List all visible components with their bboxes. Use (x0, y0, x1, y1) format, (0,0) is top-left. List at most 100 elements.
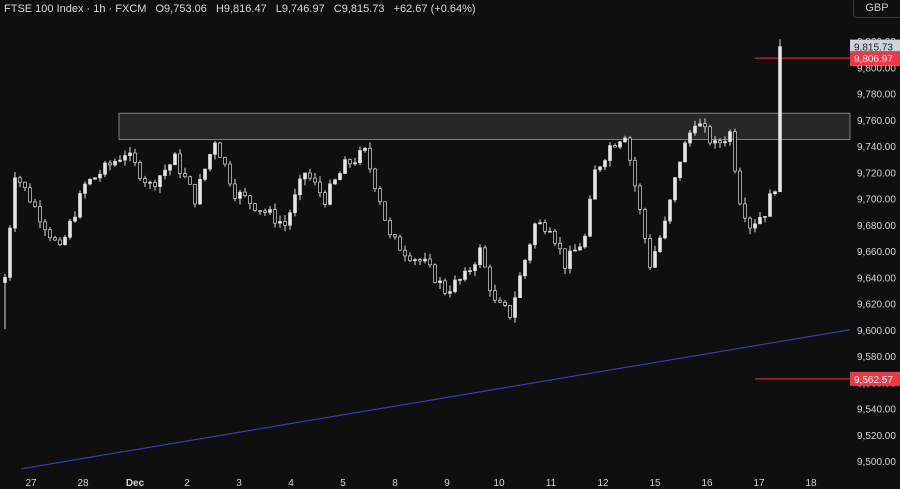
candle-body (288, 212, 292, 226)
x-tick-label: 18 (805, 478, 817, 489)
candle-body (378, 188, 382, 203)
candle-body (238, 191, 242, 199)
candle-body (543, 222, 547, 232)
candle-body (718, 140, 722, 144)
y-tick-label: 9,540.00 (857, 405, 896, 416)
candle-body (43, 221, 47, 231)
candle-body (423, 258, 427, 262)
candle-body (343, 159, 347, 174)
y-tick-label: 9,620.00 (857, 300, 896, 311)
candle-body (233, 183, 237, 199)
candle-body (763, 216, 767, 218)
candle-body (153, 181, 157, 187)
candle-body (313, 177, 317, 183)
x-tick-label: 11 (546, 478, 557, 489)
candle-body (173, 153, 177, 166)
candle-body (103, 162, 107, 175)
candle-body (563, 248, 567, 269)
candle-body (723, 141, 727, 144)
candle-body (628, 137, 632, 161)
candle-body (83, 183, 87, 194)
candle-body (98, 173, 102, 179)
candle-body (493, 290, 497, 301)
candle-body (438, 280, 442, 284)
candle-body (658, 237, 662, 252)
candle-body (298, 178, 302, 196)
candle-body (73, 216, 77, 222)
candle-body (23, 181, 27, 189)
candle-body (198, 179, 202, 205)
candle-body (648, 237, 652, 268)
candle-body (13, 177, 17, 229)
x-tick-label: 15 (649, 478, 661, 489)
price-chart[interactable]: 9,500.009,520.009,540.009,560.009,580.00… (0, 0, 900, 489)
candle-body (178, 153, 182, 174)
y-tick-label: 9,740.00 (857, 142, 896, 153)
candle-body (93, 177, 97, 180)
candle-body (768, 193, 772, 217)
candle-body (113, 161, 117, 166)
candle-body (3, 277, 7, 283)
candle-body (118, 159, 122, 162)
level-label: 9,562.57 (854, 375, 893, 386)
candle-body (673, 177, 677, 201)
candle-body (598, 166, 602, 171)
candle-body (428, 258, 432, 266)
candle-body (328, 183, 332, 205)
candle-body (448, 291, 452, 294)
candle-body (253, 203, 257, 211)
candle-body (193, 183, 197, 205)
candle-body (68, 220, 72, 238)
candle-body (653, 251, 657, 268)
candle-body (538, 222, 542, 225)
candle-body (623, 137, 627, 143)
y-tick-label: 9,580.00 (857, 352, 896, 363)
candle-body (48, 229, 52, 238)
candle-body (218, 142, 222, 158)
y-tick-label: 9,640.00 (857, 273, 896, 284)
x-tick-label: 4 (288, 478, 294, 489)
candle-body (753, 223, 757, 229)
x-tick-label: Dec (126, 478, 145, 489)
candle-body (208, 154, 212, 170)
candle-body (138, 162, 142, 179)
candle-body (368, 147, 372, 170)
candle-body (778, 46, 782, 193)
candle-body (348, 159, 352, 165)
candle-body (333, 179, 337, 185)
candle-body (508, 305, 512, 318)
candle-body (478, 247, 482, 266)
candle-body (683, 142, 687, 163)
resistance-zone (118, 112, 851, 140)
x-tick-label: 8 (392, 478, 398, 489)
x-tick-label: 5 (340, 478, 346, 489)
candle-body (618, 141, 622, 148)
candle-body (643, 209, 647, 239)
candle-body (318, 181, 322, 194)
candle-body (18, 177, 22, 183)
candle-body (613, 145, 617, 148)
currency-button[interactable]: GBP (853, 0, 900, 18)
candle-body (393, 234, 397, 238)
x-tick-label: 9 (444, 478, 450, 489)
candle-body (413, 259, 417, 261)
y-tick-label: 9,720.00 (857, 168, 896, 179)
candle-body (373, 168, 377, 189)
candle-body (518, 275, 522, 298)
candle-body (698, 123, 702, 127)
candle-body (8, 227, 12, 278)
candle-body (163, 169, 167, 176)
y-tick-label: 9,600.00 (857, 326, 896, 337)
candle-body (503, 301, 507, 306)
candle-body (108, 162, 112, 166)
candle-body (573, 249, 577, 252)
candle-body (383, 201, 387, 221)
candle-body (773, 191, 777, 195)
candle-body (688, 132, 692, 144)
candle-body (733, 131, 737, 172)
candle-body (388, 220, 392, 236)
candle-body (708, 126, 712, 144)
candle-body (263, 210, 267, 213)
candle-body (283, 221, 287, 226)
candle-body (228, 163, 232, 185)
